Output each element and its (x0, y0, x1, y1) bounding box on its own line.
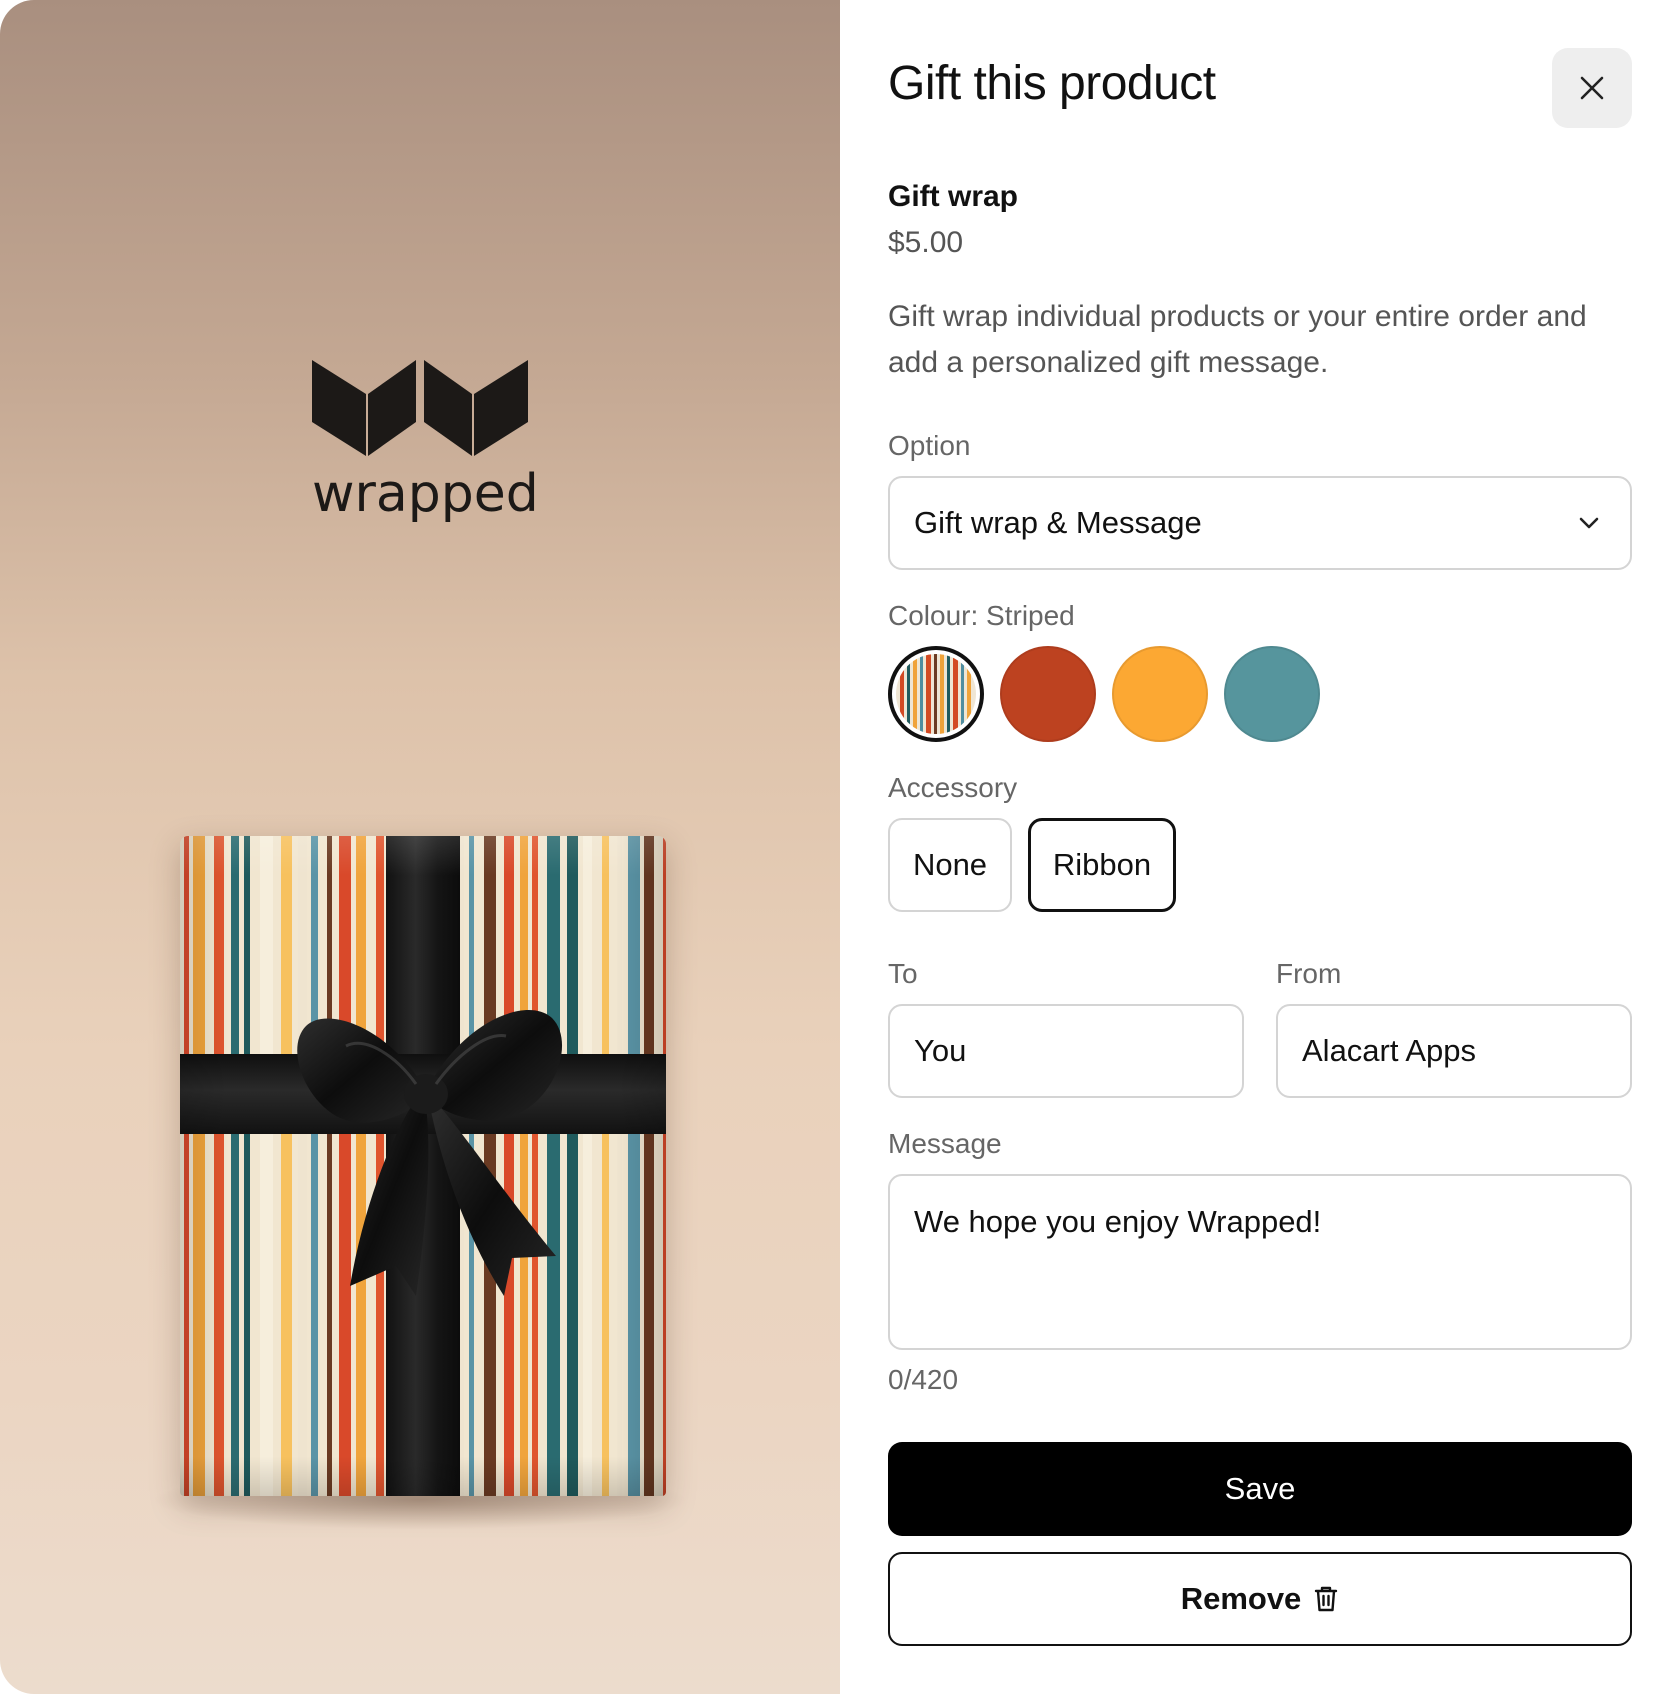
striped-pattern (896, 654, 976, 734)
trash-icon (1315, 1586, 1338, 1612)
swatch-teal[interactable] (1224, 646, 1320, 742)
swatch-orange[interactable] (1112, 646, 1208, 742)
option-select[interactable]: Gift wrap & Message (888, 476, 1632, 570)
from-label: From (1276, 958, 1342, 989)
brand-wordmark: wrapped (312, 464, 539, 524)
colour-label: Colour: Striped (888, 600, 1075, 631)
chevron-down-icon (1579, 517, 1599, 529)
product-name: Gift wrap (888, 180, 1019, 213)
remove-button-label: Remove (1180, 1581, 1302, 1616)
product-price: $5.00 (888, 226, 964, 259)
remove-button[interactable]: Remove (888, 1552, 1632, 1646)
message-counter: 0/420 (888, 1364, 959, 1395)
hero-image-panel: wrapped (0, 0, 840, 1694)
message-label: Message (888, 1128, 1002, 1159)
gift-box (180, 836, 666, 1496)
accessory-ribbon[interactable]: Ribbon (1028, 818, 1176, 912)
brand-logo: wrapped (312, 358, 539, 524)
swatch-rust[interactable] (1000, 646, 1096, 742)
option-select-value: Gift wrap & Message (914, 505, 1202, 540)
gift-form-panel: Gift this product Gift wrap $5.00 Gift w… (840, 0, 1680, 1694)
swatch-striped[interactable] (888, 646, 984, 742)
from-input[interactable]: Alacart Apps (1276, 1004, 1632, 1098)
option-label: Option (888, 430, 971, 461)
brand-logo-mark (312, 360, 528, 456)
accessory-label: Accessory (888, 772, 1018, 803)
save-button[interactable]: Save (888, 1442, 1632, 1536)
close-icon (1580, 76, 1604, 100)
modal-title: Gift this product (888, 57, 1216, 110)
to-input[interactable]: You (888, 1004, 1244, 1098)
accessory-none[interactable]: None (888, 818, 1012, 912)
to-label: To (888, 958, 918, 989)
close-button[interactable] (1552, 48, 1632, 128)
message-textarea[interactable]: We hope you enjoy Wrapped! (888, 1174, 1632, 1350)
product-description: Gift wrap individual products or your en… (888, 300, 1587, 379)
gift-shading (180, 836, 666, 1496)
